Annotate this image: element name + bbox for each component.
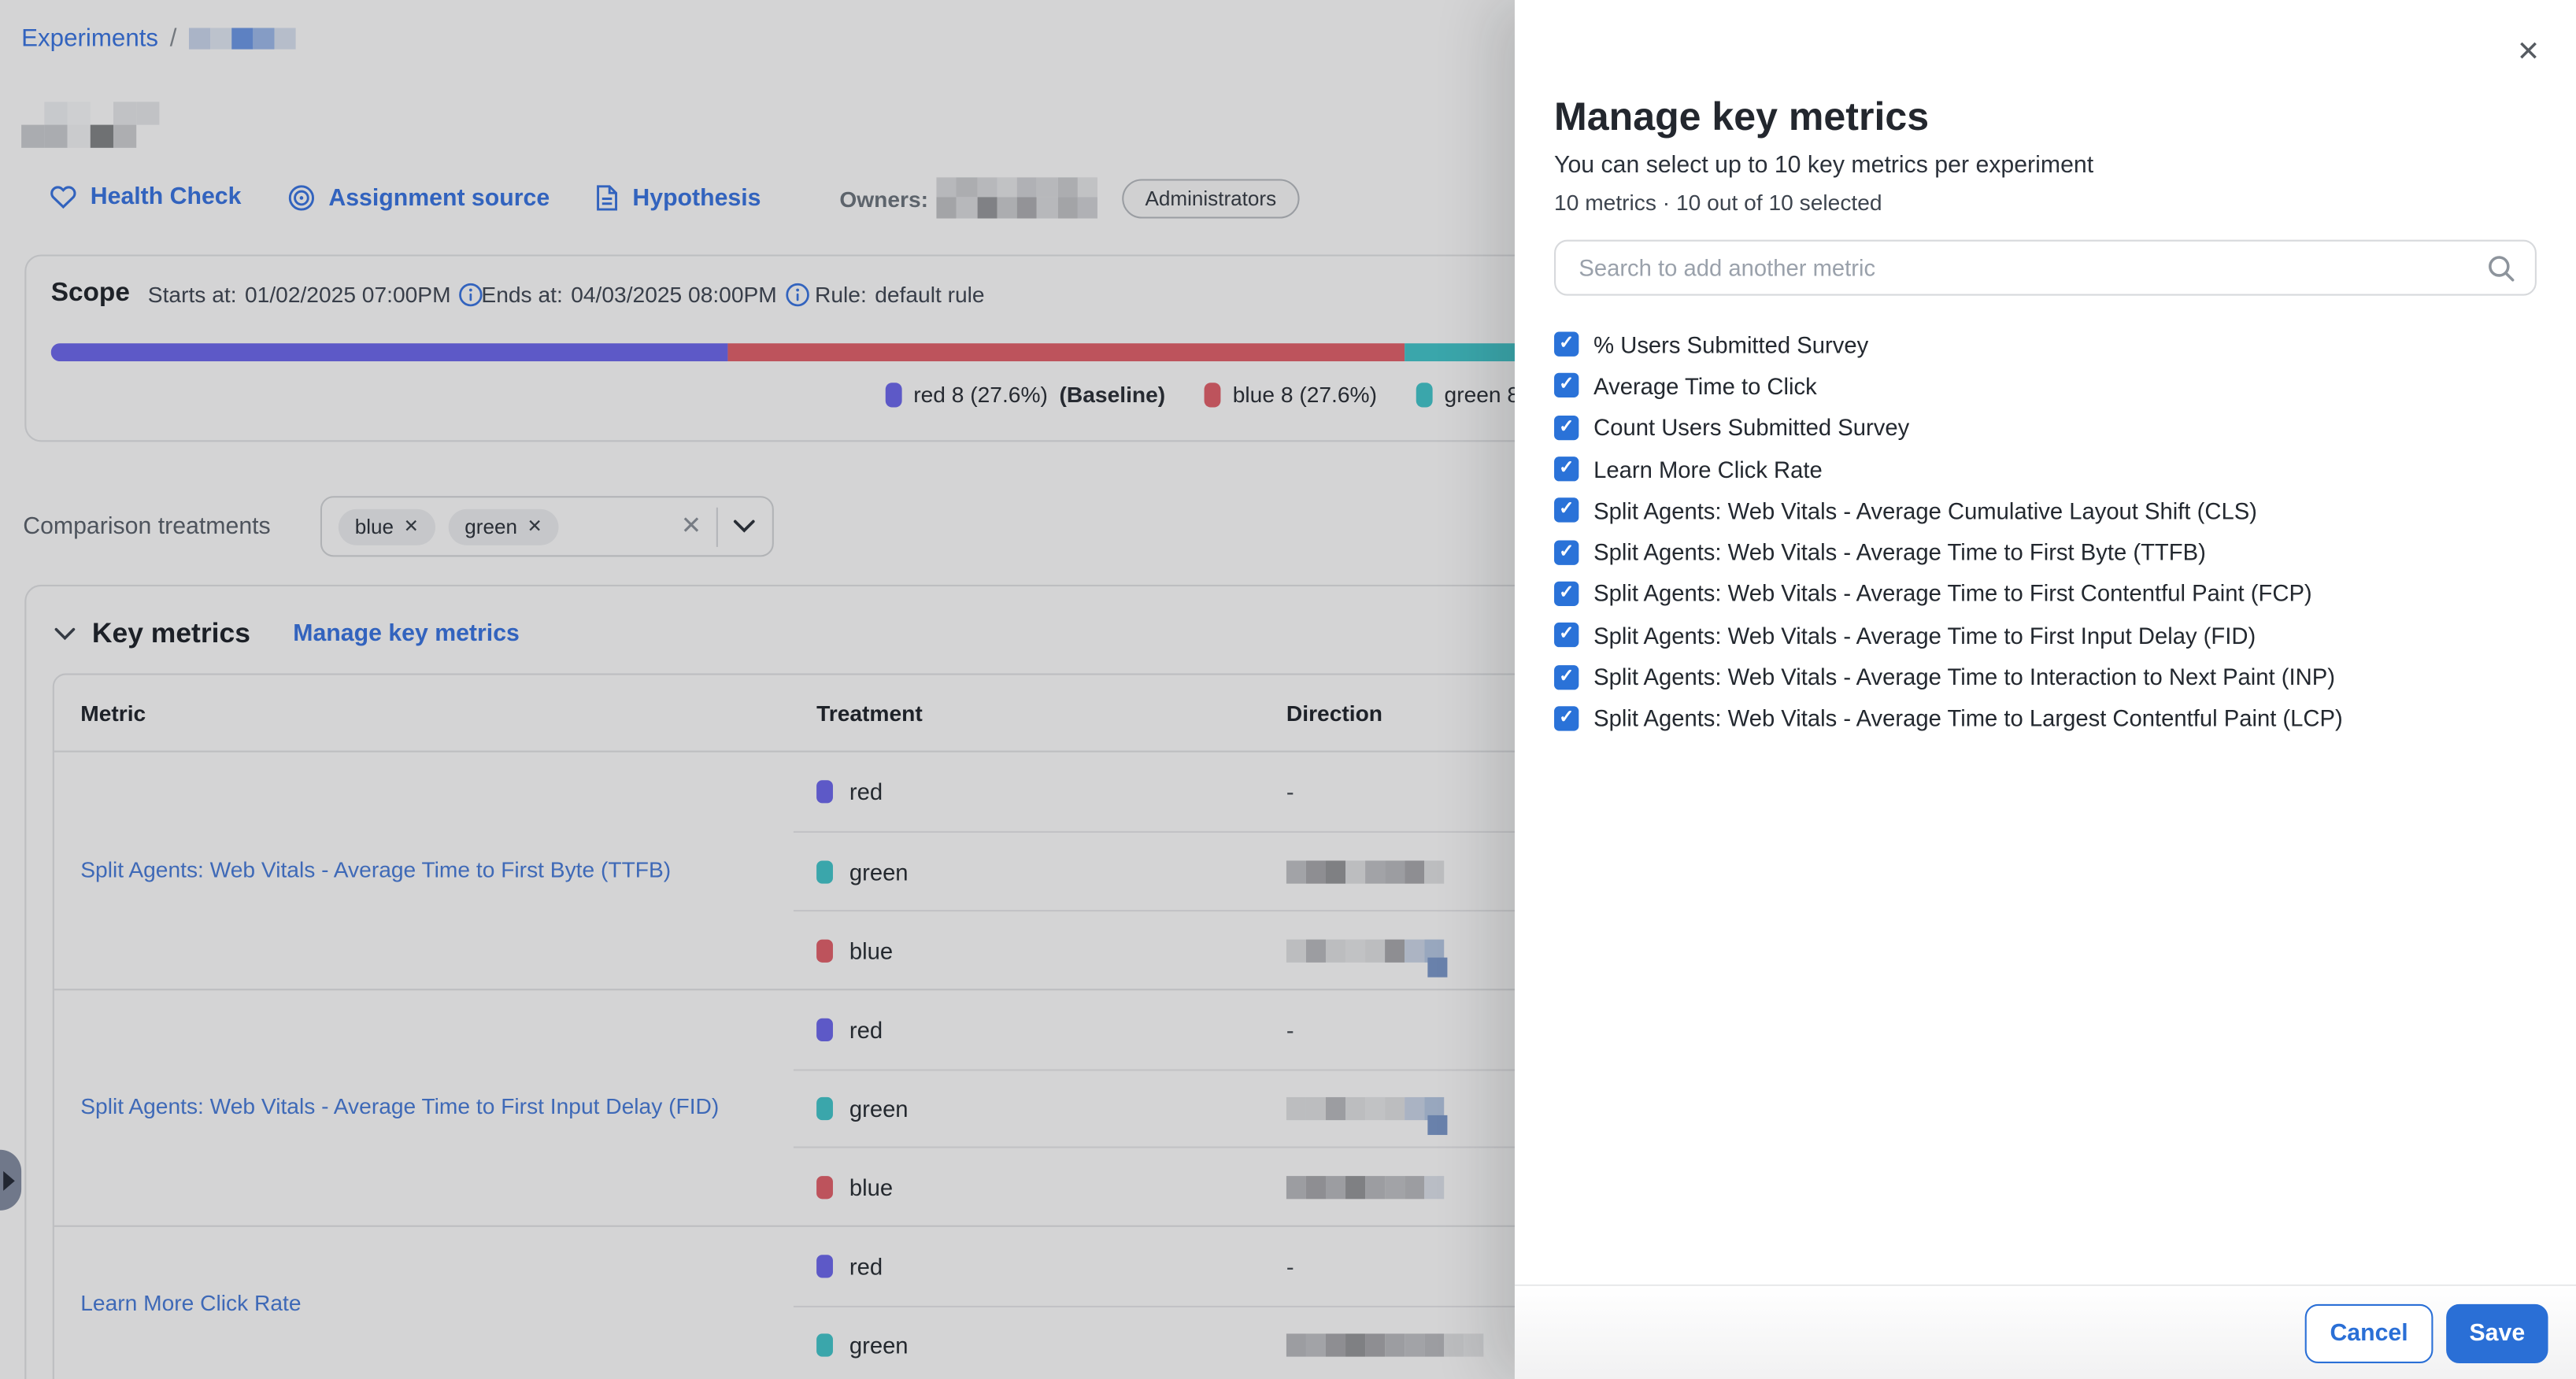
checkbox-checked[interactable]: ✓ [1554, 664, 1579, 689]
metric-option[interactable]: ✓ Split Agents: Web Vitals - Average Time… [1554, 573, 2343, 615]
checkbox-checked[interactable]: ✓ [1554, 498, 1579, 523]
metric-option[interactable]: ✓ % Users Submitted Survey [1554, 323, 2343, 365]
metric-option-label: Split Agents: Web Vitals - Average Time … [1593, 705, 2343, 731]
checkbox-checked[interactable]: ✓ [1554, 540, 1579, 564]
metric-option-label: % Users Submitted Survey [1593, 331, 1868, 357]
metric-checkbox-list: ✓ % Users Submitted Survey ✓ Average Time t… [1554, 323, 2343, 739]
metric-option[interactable]: ✓ Count Users Submitted Survey [1554, 407, 2343, 449]
checkbox-checked[interactable]: ✓ [1554, 374, 1579, 398]
checkbox-checked[interactable]: ✓ [1554, 582, 1579, 606]
checkbox-checked[interactable]: ✓ [1554, 623, 1579, 647]
metric-option-label: Split Agents: Web Vitals - Average Time … [1593, 622, 2256, 648]
metric-option[interactable]: ✓ Learn More Click Rate [1554, 448, 2343, 490]
modal-footer: Cancel Save [1515, 1285, 2576, 1379]
modal-subtitle: You can select up to 10 key metrics per … [1554, 153, 2093, 179]
metric-option-label: Split Agents: Web Vitals - Average Time … [1593, 664, 2335, 690]
checkbox-checked[interactable]: ✓ [1554, 706, 1579, 730]
modal-title: Manage key metrics [1554, 95, 1929, 141]
cancel-button[interactable]: Cancel [2305, 1303, 2434, 1362]
metric-option[interactable]: ✓ Split Agents: Web Vitals - Average Time… [1554, 656, 2343, 697]
metric-option[interactable]: ✓ Split Agents: Web Vitals - Average Time… [1554, 531, 2343, 573]
metrics-count: 10 metrics · 10 out of 10 selected [1554, 190, 1882, 215]
checkbox-checked[interactable]: ✓ [1554, 457, 1579, 481]
metric-search-box [1554, 240, 2537, 296]
metric-option-label: Split Agents: Web Vitals - Average Time … [1593, 580, 2312, 606]
metric-option[interactable]: ✓ Split Agents: Web Vitals - Average Time… [1554, 615, 2343, 656]
checkbox-checked[interactable]: ✓ [1554, 415, 1579, 439]
manage-key-metrics-modal: ✕ Manage key metrics You can select up t… [1515, 0, 2576, 1379]
metric-option[interactable]: ✓ Split Agents: Web Vitals - Average Cumu… [1554, 490, 2343, 531]
search-icon[interactable] [2487, 253, 2515, 281]
metric-option[interactable]: ✓ Split Agents: Web Vitals - Average Time… [1554, 697, 2343, 739]
metric-option-label: Count Users Submitted Survey [1593, 414, 1909, 440]
checkbox-checked[interactable]: ✓ [1554, 332, 1579, 357]
metric-option-label: Split Agents: Web Vitals - Average Time … [1593, 539, 2206, 565]
metric-option-label: Split Agents: Web Vitals - Average Cumul… [1593, 497, 2257, 523]
save-button[interactable]: Save [2446, 1303, 2548, 1362]
close-icon[interactable]: ✕ [2514, 38, 2544, 68]
metric-option-label: Learn More Click Rate [1593, 456, 1823, 482]
metric-option[interactable]: ✓ Average Time to Click [1554, 365, 2343, 407]
metric-search-input[interactable] [1556, 254, 2487, 280]
metric-option-label: Average Time to Click [1593, 373, 1817, 399]
